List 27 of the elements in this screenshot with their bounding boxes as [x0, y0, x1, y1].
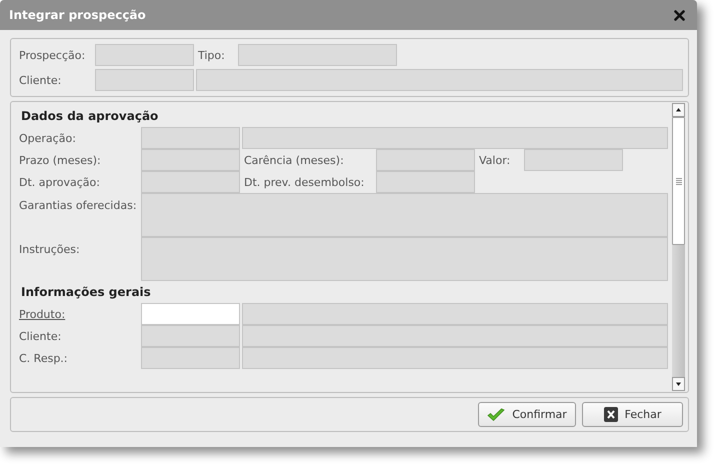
field-label[interactable]: Produto:: [19, 308, 139, 320]
section-heading: Dados da aprovação: [20, 108, 160, 125]
field-label: Operação:: [19, 132, 77, 144]
field-label: Dt. aprovação:: [19, 176, 101, 188]
field-label: Instruções:: [19, 242, 81, 256]
scroll-thumb[interactable]: [672, 117, 685, 245]
field-label: Tipo:: [197, 48, 226, 62]
close-button[interactable]: Fechar: [582, 402, 683, 427]
field-label: Dt. prev. desembolso:: [243, 176, 366, 188]
close-icon[interactable]: [674, 10, 685, 20]
field-label: Prospecção:: [19, 48, 86, 62]
confirm-button[interactable]: Confirmar: [478, 402, 576, 427]
field-label: Prazo (meses):: [19, 154, 102, 166]
scroll-up-icon[interactable]: [672, 103, 685, 117]
scroll-down-icon[interactable]: [672, 377, 685, 391]
field-label: Garantias oferecidas:: [19, 198, 138, 212]
field-label: C. Resp.:: [19, 352, 69, 364]
x-box-icon: [604, 407, 618, 422]
scrollbar[interactable]: [672, 103, 687, 391]
field-label: Cliente:: [19, 330, 62, 342]
field-label: Carência (meses):: [243, 154, 345, 166]
field-label: Valor:: [478, 154, 512, 166]
section-heading: Informações gerais: [20, 284, 152, 301]
field-label: Cliente:: [19, 74, 62, 86]
check-icon: [487, 408, 506, 422]
window-title: Integrar prospecção: [9, 8, 146, 22]
input-field[interactable]: [141, 303, 240, 325]
